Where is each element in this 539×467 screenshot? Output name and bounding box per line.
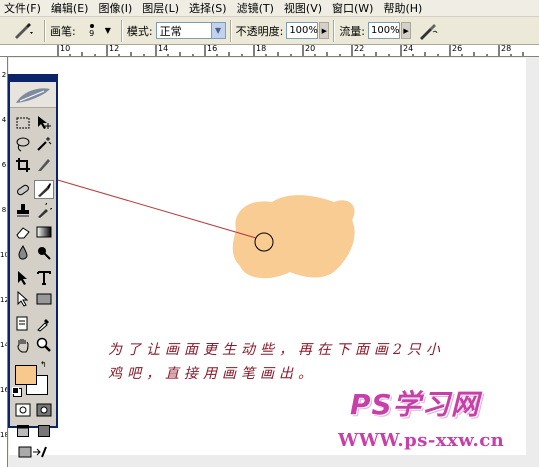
eraser-tool[interactable] [13,222,33,241]
type-icon [37,270,52,286]
eyedropper-icon [36,316,52,332]
jump-to-imageready-button[interactable] [13,442,53,461]
tutorial-note-line: 为了让画面更生动些，再在下面画2只小 [108,342,445,358]
zoom-tool[interactable] [35,335,55,354]
bandage-icon [15,182,31,198]
move-tool[interactable] [35,113,55,132]
imageready-icon [18,445,48,459]
notes-tool[interactable] [13,314,33,333]
screen-mode-icon [16,424,29,437]
lasso-icon [15,136,31,152]
drop-icon [15,244,31,261]
note-icon [15,316,31,332]
foreground-color-swatch[interactable] [15,365,37,385]
magic-wand-icon [36,136,52,152]
color-swatches: ↰ [10,359,56,397]
lasso-tool[interactable] [13,134,33,153]
quick-mask-button[interactable] [35,400,55,419]
marquee-icon [16,117,30,129]
eraser-icon [15,224,31,240]
pointer-line [43,175,257,239]
pen-icon [16,290,30,307]
brush-icon [36,182,52,198]
feather-logo-icon [14,85,52,105]
slice-tool[interactable] [35,155,55,174]
magic-wand-tool[interactable] [35,134,55,153]
crop-tool[interactable] [13,155,33,174]
path-selection-tool[interactable] [13,268,33,287]
eyedropper-tool[interactable] [35,314,55,333]
type-tool[interactable] [35,268,55,287]
clone-stamp-tool[interactable] [13,201,33,220]
screen-mode-standard-button[interactable] [13,421,33,440]
watermark-url: WWW.ps-xxw.cn [338,430,505,451]
standard-mode-icon [15,403,31,417]
gradient-icon [36,225,52,239]
healing-brush-tool[interactable] [13,180,32,199]
magnifier-icon [36,337,52,353]
pen-tool[interactable] [13,289,33,308]
arrow-icon [16,270,30,286]
default-colors-icon[interactable] [12,387,19,394]
blur-tool[interactable] [13,243,33,262]
tutorial-note: 为了让画面更生动些，再在下面画2只小 鸡吧，直接用画笔画出。 [108,338,508,386]
watermark-logo: PS学习网 [350,388,480,421]
hand-tool[interactable] [13,335,33,354]
hand-icon [15,337,31,353]
quick-mask-icon [36,403,52,417]
history-brush-tool[interactable] [35,201,55,220]
screen-mode-full-button[interactable] [35,421,55,440]
move-icon [36,115,52,131]
swap-colors-icon[interactable]: ↰ [40,360,47,369]
slice-icon [36,157,52,173]
rectangle-icon [36,292,52,306]
screen-mode-icon [38,424,51,437]
stamp-icon [15,203,31,219]
dodge-icon [36,245,52,261]
shape-tool[interactable] [35,289,55,308]
standard-mode-button[interactable] [13,400,33,419]
toolbox-panel: ↰ [8,74,58,457]
crop-icon [15,157,31,173]
history-brush-icon [36,202,53,219]
marquee-tool[interactable] [13,113,33,132]
toolbox-header[interactable] [10,82,56,108]
brush-tool[interactable] [34,180,54,199]
dodge-tool[interactable] [35,243,55,262]
gradient-tool[interactable] [35,222,55,241]
